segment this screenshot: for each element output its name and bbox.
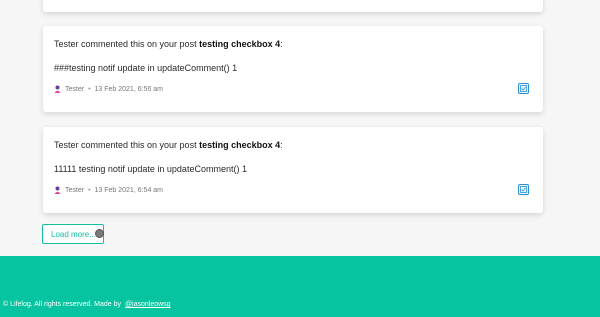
notification-meta: Tester • 13 Feb 2021, 6:56 am	[54, 84, 163, 94]
footer-text: © Lifelog. All rights reserved. Made by …	[3, 301, 171, 308]
notification-meta: Tester • 13 Feb 2021, 6:54 am	[54, 185, 163, 195]
timestamp: 13 Feb 2021, 6:56 am	[94, 85, 164, 93]
view-post-button[interactable]	[518, 184, 529, 195]
notifications-list: Tester commented this on your post testi…	[0, 0, 600, 256]
page: Tester commented this on your post testi…	[0, 0, 600, 317]
avatar	[54, 85, 61, 93]
comment-text: ###testing notif update in updateComment…	[54, 63, 238, 73]
notification-prefix: Tester commented this on your post	[54, 140, 200, 150]
mouse-cursor	[95, 229, 104, 238]
reply-icon	[520, 186, 527, 193]
timestamp: 13 Feb 2021, 6:54 am	[94, 186, 164, 194]
avatar	[54, 186, 61, 194]
author-link[interactable]: @jasonleowsg	[125, 301, 171, 308]
comment-text: 11111 testing notif update in updateComm…	[54, 164, 247, 174]
author-name[interactable]: Tester	[65, 86, 84, 93]
post-title-link[interactable]: testing checkbox 4	[199, 39, 280, 49]
author-name[interactable]: Tester	[65, 187, 84, 194]
notification-title: Tester commented this on your post testi…	[54, 140, 283, 150]
notification-prefix: Tester commented this on your post	[54, 39, 200, 49]
notification-card-partial	[43, 0, 543, 12]
notification-suffix: :	[280, 39, 283, 49]
notification-card: Tester commented this on your post testi…	[43, 127, 543, 213]
notification-title: Tester commented this on your post testi…	[54, 39, 283, 49]
reply-icon	[520, 85, 527, 92]
view-post-button[interactable]	[518, 83, 529, 94]
post-title-link[interactable]: testing checkbox 4	[199, 140, 280, 150]
copyright-text: © Lifelog. All rights reserved. Made by	[3, 301, 123, 308]
meta-separator: •	[88, 186, 91, 194]
meta-separator: •	[88, 85, 91, 93]
footer: © Lifelog. All rights reserved. Made by …	[0, 256, 600, 317]
notification-card: Tester commented this on your post testi…	[43, 26, 543, 112]
notification-suffix: :	[280, 140, 283, 150]
